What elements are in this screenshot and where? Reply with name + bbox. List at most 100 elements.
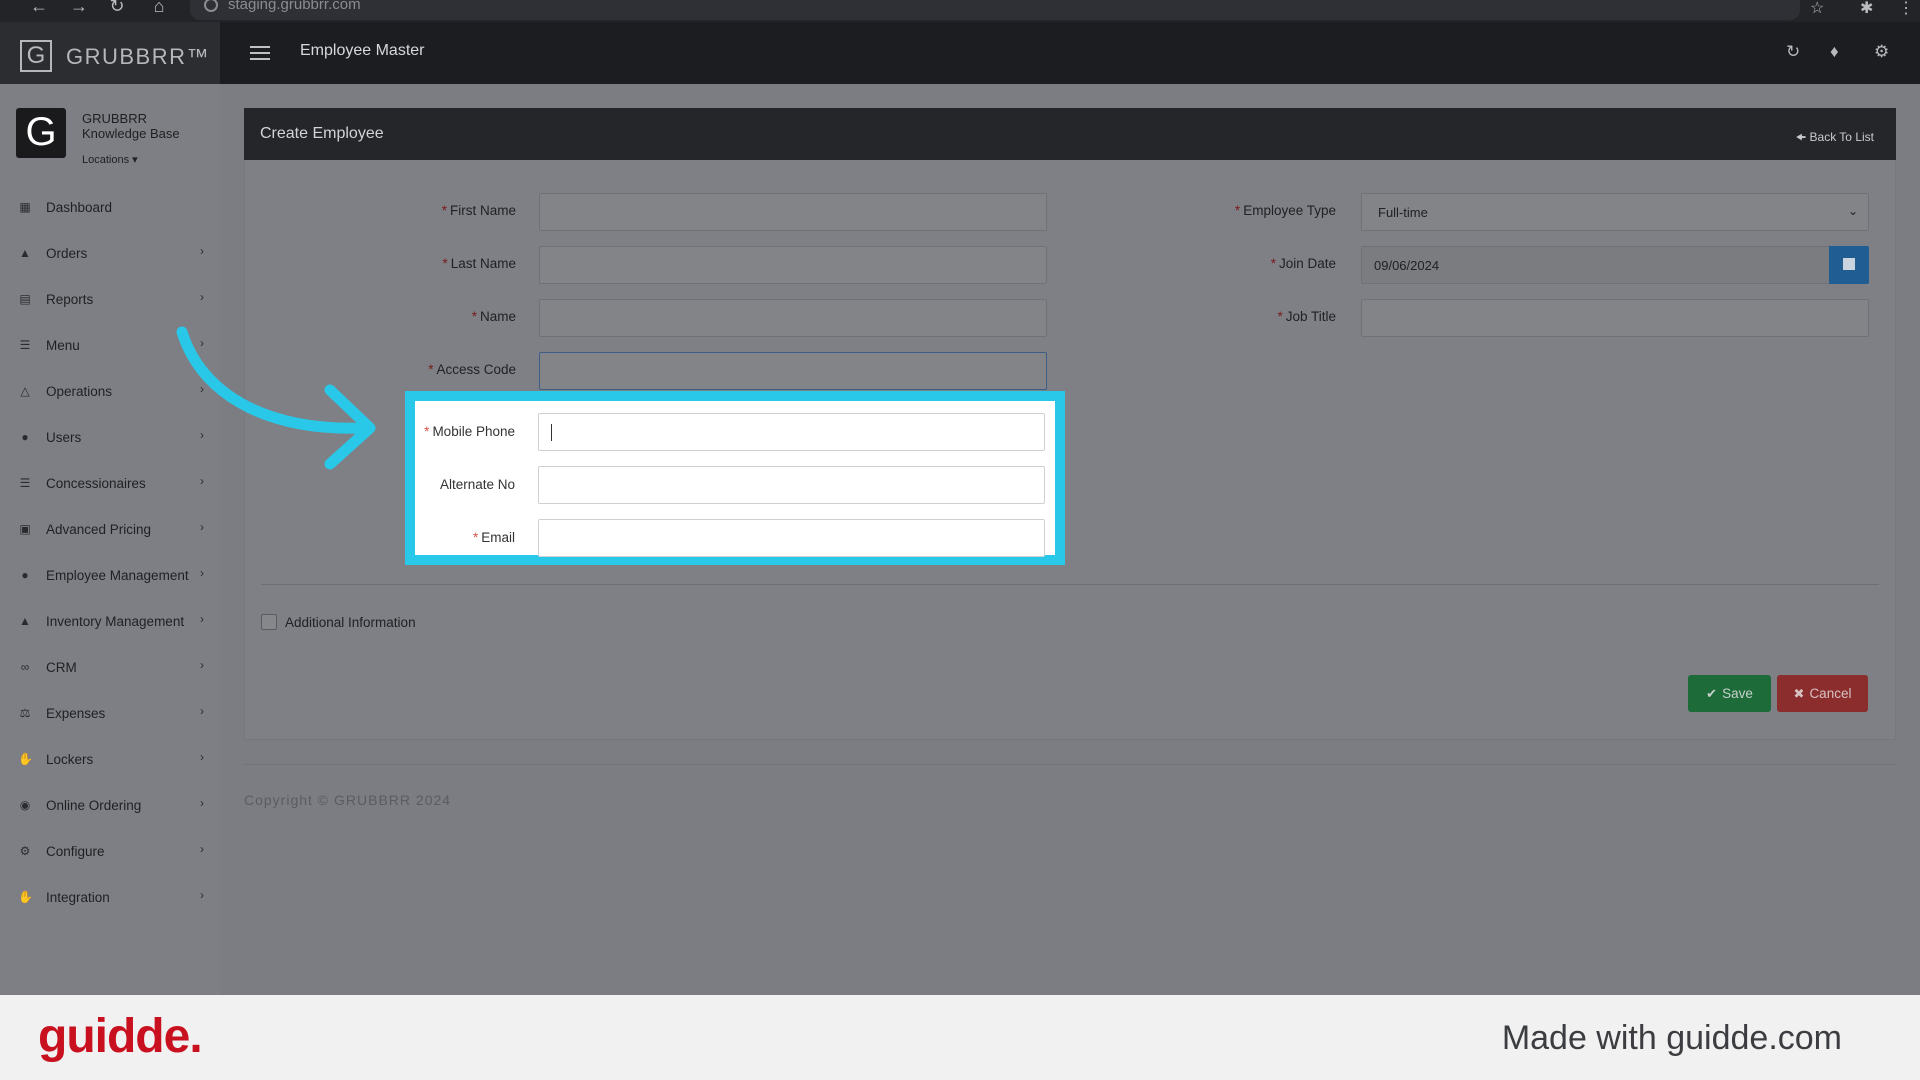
home-icon[interactable]: ⌂ <box>146 0 172 15</box>
copyright-text: Copyright © GRUBBRR 2024 <box>244 792 452 808</box>
caret-down-icon: ▾ <box>132 154 138 166</box>
site-info-icon[interactable] <box>204 0 218 12</box>
profile-name: GRUBBRR Knowledge Base <box>82 111 180 141</box>
sidebar-menu: ▦ Dashboard ▲ Orders › ▤ Reports › ☰ Men… <box>0 184 220 920</box>
sidebar-item-label: Advanced Pricing <box>46 521 152 537</box>
job-title-label: * Job Title <box>1277 309 1336 324</box>
address-bar[interactable]: staging.grubbrr.com <box>190 0 1800 20</box>
gear-icon[interactable]: ⚙ <box>1874 42 1889 62</box>
back-to-list-label: Back To List <box>1809 130 1874 144</box>
sidebar-item-inventory-management[interactable]: ▲ Inventory Management › <box>0 598 220 644</box>
cancel-button[interactable]: ✖ Cancel <box>1777 675 1868 712</box>
last-name-input[interactable] <box>539 246 1047 284</box>
arrow-left-icon: 🠜 <box>1795 130 1807 144</box>
flask-icon: △ <box>20 383 30 398</box>
save-button[interactable]: ✔ Save <box>1688 675 1771 712</box>
extensions-icon[interactable]: ✱ <box>1860 0 1873 18</box>
mobile-phone-input[interactable] <box>538 413 1045 451</box>
gear-icon: ⚙ <box>19 843 31 858</box>
sidebar-item-orders[interactable]: ▲ Orders › <box>0 230 220 276</box>
first-name-input[interactable] <box>539 193 1047 231</box>
locations-label: Locations <box>82 154 130 166</box>
sidebar-item-label: Menu <box>46 337 80 353</box>
sidebar-item-integration[interactable]: ✋ Integration › <box>0 874 220 920</box>
cart-icon: ▲ <box>19 245 31 260</box>
sidebar-item-crm[interactable]: ∞ CRM › <box>0 644 220 690</box>
sidebar-item-label: Online Ordering <box>46 797 142 813</box>
pointer-arrow-icon <box>176 326 376 470</box>
additional-information-label: Additional Information <box>285 615 416 630</box>
chevron-right-icon: › <box>200 290 204 304</box>
sidebar-item-label: Operations <box>46 383 113 399</box>
link-icon: ∞ <box>20 659 30 674</box>
sidebar-item-label: Concessionaires <box>46 475 146 491</box>
join-date-value: 09/06/2024 <box>1374 258 1440 273</box>
mobile-phone-label: * Mobile Phone <box>424 424 515 439</box>
chevron-right-icon: › <box>200 612 204 626</box>
join-date-input[interactable]: 09/06/2024 <box>1361 246 1869 284</box>
name-input[interactable] <box>539 299 1047 337</box>
first-name-label: * First Name <box>441 203 516 218</box>
chevron-right-icon: › <box>200 888 204 902</box>
chevron-down-icon: ⌄ <box>1847 204 1858 218</box>
brand-logo[interactable]: G GRUBBRR™ <box>0 22 220 84</box>
page-title: Employee Master <box>300 42 425 59</box>
sidebar-item-label: Users <box>46 429 82 445</box>
chevron-right-icon: › <box>200 796 204 810</box>
sidebar-item-label: Reports <box>46 291 94 307</box>
sidebar-item-label: Configure <box>46 843 105 859</box>
calendar-button[interactable] <box>1829 246 1869 284</box>
guidde-logo: guidde. <box>38 1010 203 1063</box>
employee-type-select[interactable]: Full-time ⌄ <box>1361 193 1869 231</box>
last-name-label: * Last Name <box>442 256 516 271</box>
forward-arrow-icon[interactable]: → <box>66 0 92 15</box>
text-caret <box>551 424 552 441</box>
refresh-icon[interactable]: ↻ <box>1786 42 1800 62</box>
alternate-no-input[interactable] <box>538 466 1045 504</box>
sidebar-item-reports[interactable]: ▤ Reports › <box>0 276 220 322</box>
browser-menu-icon[interactable]: ⋮ <box>1898 0 1914 18</box>
sidebar-item-lockers[interactable]: ✋ Lockers › <box>0 736 220 782</box>
chevron-right-icon: › <box>200 566 204 580</box>
job-title-input[interactable] <box>1361 299 1869 337</box>
back-arrow-icon[interactable]: ← <box>26 0 52 15</box>
globe-icon: ◉ <box>19 797 31 812</box>
chevron-right-icon: › <box>200 842 204 856</box>
url-text: staging.grubbrr.com <box>228 0 361 13</box>
browser-toolbar: ← → ↻ ⌂ staging.grubbrr.com ☆ ✱ ⋮ <box>0 0 1920 22</box>
hamburger-menu-icon[interactable] <box>250 46 270 60</box>
email-input[interactable] <box>538 519 1045 557</box>
additional-information-checkbox[interactable] <box>261 614 277 630</box>
sidebar-item-label: Orders <box>46 245 88 261</box>
sidebar-item-online-ordering[interactable]: ◉ Online Ordering › <box>0 782 220 828</box>
sidebar-item-label: Expenses <box>46 705 106 721</box>
calendar-icon <box>1843 258 1855 270</box>
chevron-right-icon: › <box>200 750 204 764</box>
made-with-guidde-text: Made with guidde.com <box>1501 1019 1842 1057</box>
bookmark-star-icon[interactable]: ☆ <box>1810 0 1824 18</box>
locations-dropdown[interactable]: Locations ▾ <box>82 153 138 166</box>
hand-icon: ✋ <box>18 751 33 766</box>
alternate-no-label: Alternate No <box>439 477 515 492</box>
join-date-label: * Join Date <box>1270 256 1336 271</box>
back-to-list-link[interactable]: 🠜 Back To List <box>1796 128 1874 149</box>
sidebar-item-expenses[interactable]: ⚖ Expenses › <box>0 690 220 736</box>
sidebar-item-employee-management[interactable]: ● Employee Management › <box>0 552 220 598</box>
footer-divider <box>244 764 1896 765</box>
money-icon: ▣ <box>19 521 31 536</box>
bell-icon[interactable]: ♦ <box>1830 42 1839 62</box>
sidebar-item-label: Dashboard <box>46 199 113 215</box>
users-icon: ● <box>21 567 29 582</box>
logo-mark: G <box>20 40 52 72</box>
sidebar-item-configure[interactable]: ⚙ Configure › <box>0 828 220 874</box>
sidebar-item-advanced-pricing[interactable]: ▣ Advanced Pricing › <box>0 506 220 552</box>
close-icon: ✖ <box>1793 685 1805 701</box>
access-code-input[interactable] <box>539 352 1047 390</box>
guidde-footer: guidde. Made with guidde.com <box>0 995 1920 1080</box>
form-divider <box>261 584 1879 585</box>
sidebar-item-dashboard[interactable]: ▦ Dashboard <box>0 184 220 230</box>
chevron-right-icon: › <box>200 658 204 672</box>
sidebar: G GRUBBRR Knowledge Base Locations ▾ ▦ D… <box>0 84 220 995</box>
reload-icon[interactable]: ↻ <box>104 0 130 15</box>
dashboard-icon: ▦ <box>19 199 31 214</box>
